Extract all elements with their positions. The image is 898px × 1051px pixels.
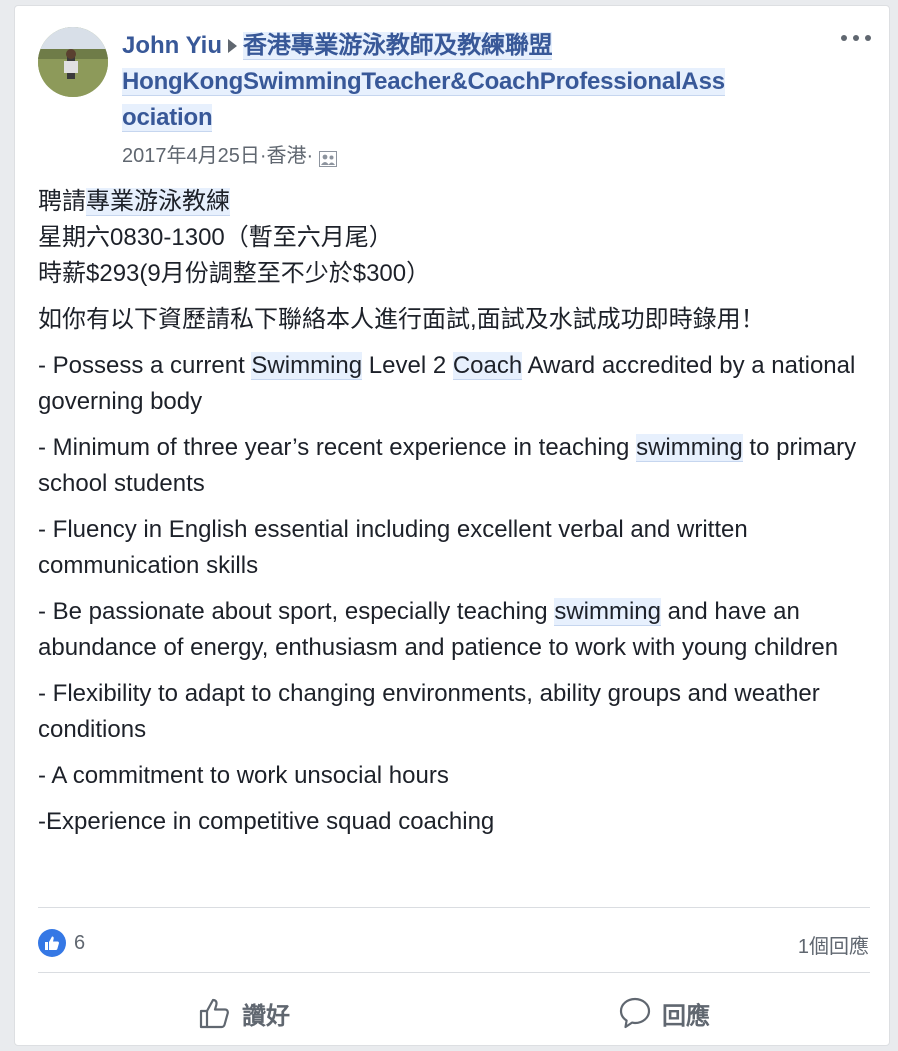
post-header: John Yiu 香港專業游泳教師及教練聯盟 HongKongSwimmingTe… <box>122 28 822 136</box>
body-line: 星期六0830-1300（暫至六月尾） <box>38 224 393 251</box>
more-options-button[interactable] <box>841 28 871 48</box>
post-location-link[interactable]: 香港 <box>267 143 307 169</box>
group-name-link-en-cont[interactable]: ociation <box>122 104 213 132</box>
like-reaction-icon <box>38 929 66 957</box>
reactions-summary[interactable]: 6 <box>38 928 85 958</box>
like-count: 6 <box>74 931 86 954</box>
bullet-item: - Flexibility to adapt to changing envir… <box>38 680 820 743</box>
divider <box>38 907 870 908</box>
bullet-item: - Possess a current Swimming Level 2 Coa… <box>38 348 868 420</box>
comments-count-link[interactable]: 1個回應 <box>798 930 869 959</box>
author-name-link[interactable]: John Yiu <box>122 32 222 59</box>
body-text-span: 聘請 <box>38 188 86 215</box>
body-text-span: Level 2 <box>362 352 453 379</box>
triangle-right-icon <box>228 38 238 53</box>
divider <box>38 972 870 973</box>
body-text-span: - Possess a current <box>38 352 252 379</box>
meta-separator: · <box>306 145 314 167</box>
post-date-link[interactable]: 2017年4月25日 <box>122 143 260 169</box>
group-name-link[interactable]: 香港專業游泳教師及教練聯盟 <box>243 32 553 60</box>
author-line: John Yiu 香港專業游泳教師及教練聯盟 HongKongSwimmingTe… <box>122 28 822 136</box>
keyword-link[interactable]: swimming <box>636 434 743 462</box>
body-text-span: - Be passionate about sport, especially … <box>38 598 555 625</box>
avatar[interactable] <box>38 27 108 97</box>
body-line: 聘請專業游泳教練 <box>38 184 868 220</box>
like-button[interactable]: 讚好 <box>198 991 290 1035</box>
group-privacy-icon[interactable] <box>319 148 338 167</box>
thumbs-up-icon <box>199 998 229 1029</box>
bullet-item: - Be passionate about sport, especially … <box>38 594 868 666</box>
comment-button-label: 回應 <box>662 1002 710 1030</box>
avatar-photo <box>38 27 108 97</box>
meta-separator: · <box>259 145 267 167</box>
keyword-link[interactable]: Swimming <box>251 352 363 380</box>
comment-button[interactable]: 回應 <box>618 991 710 1035</box>
bullet-item: - Minimum of three year’s recent experie… <box>38 430 868 502</box>
dot-icon <box>841 35 847 41</box>
post-card: John Yiu 香港專業游泳教師及教練聯盟 HongKongSwimmingTe… <box>14 5 890 1046</box>
keyword-link[interactable]: Coach <box>452 352 523 380</box>
bullet-item: - A commitment to work unsocial hours <box>38 762 449 789</box>
post-body: 聘請專業游泳教練 星期六0830-1300（暫至六月尾） 時薪$293(9月份調… <box>38 184 868 840</box>
bullet-item: -Experience in competitive squad coachin… <box>38 808 495 835</box>
bullet-item: - Fluency in English essential including… <box>38 516 748 579</box>
dot-icon <box>865 35 871 41</box>
hashtag-link[interactable]: 專業游泳教練 <box>86 188 230 216</box>
comment-bubble-icon <box>619 997 651 1029</box>
dot-icon <box>853 35 859 41</box>
body-line: 如你有以下資歷請私下聯絡本人進行面試,面試及水試成功即時錄用！ <box>38 306 765 333</box>
group-name-link-en[interactable]: HongKongSwimmingTeacher&CoachProfessiona… <box>122 68 725 96</box>
body-text-span: - Minimum of three year’s recent experie… <box>38 434 637 461</box>
keyword-link[interactable]: swimming <box>554 598 662 626</box>
body-line: 時薪$293(9月份調整至不少於$300） <box>38 260 431 287</box>
post-meta: 2017年4月25日 · 香港 · <box>122 143 338 169</box>
like-button-label: 讚好 <box>242 1002 290 1030</box>
